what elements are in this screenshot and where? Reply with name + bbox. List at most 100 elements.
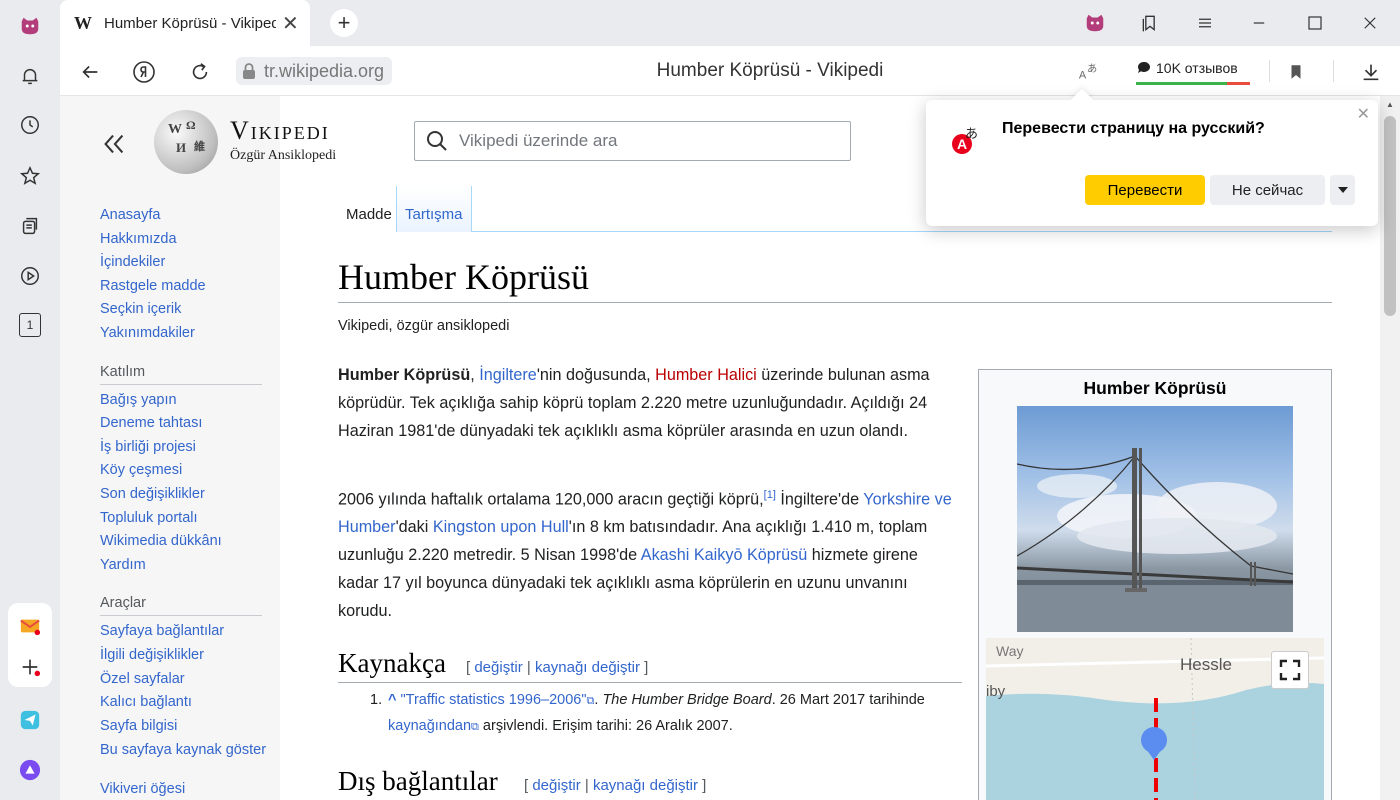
not-now-button[interactable]: Не сейчас	[1210, 175, 1325, 205]
collapse-menu-icon[interactable]	[100, 130, 128, 166]
reference-item: 1. ^ "Traffic statistics 1996–2006"⧉. Th…	[370, 688, 950, 740]
bookmark-flag-icon[interactable]	[1280, 56, 1312, 88]
sidebar-link-permanent-link[interactable]: Kalıcı bağlantı	[100, 691, 270, 715]
tab-talk[interactable]: Tartışma	[396, 186, 472, 232]
sidebar-group-tools: Araçlar	[100, 595, 262, 617]
back-arrow-icon[interactable]	[74, 56, 106, 88]
history-clock-icon[interactable]	[10, 105, 50, 145]
collections-bookmark-icon[interactable]	[1135, 8, 1165, 38]
bridge-photo[interactable]	[1017, 406, 1293, 632]
wikipedia-globe-logo[interactable]: W Ω И 維	[154, 110, 218, 174]
wikipedia-favicon-icon: W	[74, 12, 92, 33]
sidebar-link-icindekiler[interactable]: İçindekiler	[100, 251, 270, 275]
sidebar-link-wikidata[interactable]: Vikiveri öğesi	[100, 778, 270, 800]
popup-close-icon[interactable]: ✕	[1357, 104, 1370, 124]
sidebar-link-what-links-here[interactable]: Sayfaya bağlantılar	[100, 620, 270, 644]
redlink-humber-halici[interactable]: Humber Halici	[655, 366, 757, 384]
text: . 26 Mart 2017 tarihinde	[771, 692, 925, 708]
sidebar-link-donate[interactable]: Bağış yapın	[100, 389, 270, 413]
article-title: Humber Köprüsü	[338, 257, 589, 297]
link-akashi[interactable]: Akashi Kaikyō Köprüsü	[641, 546, 807, 564]
translate-button[interactable]: Перевести	[1085, 175, 1205, 205]
sidebar-group-participation: Katılım	[100, 364, 262, 385]
sidebar-link-special-pages[interactable]: Özel sayfalar	[100, 668, 270, 692]
url-field[interactable]: tr.wikipedia.org	[236, 57, 393, 85]
search-icon	[427, 131, 447, 151]
tab-count-button[interactable]: 1	[10, 305, 50, 345]
mail-icon[interactable]	[10, 606, 50, 646]
sidebar-link-anasayfa[interactable]: Anasayfa	[100, 204, 270, 228]
minimize-icon[interactable]	[1244, 8, 1274, 38]
wiki-search-input[interactable]: Vikipedi üzerinde ara	[414, 121, 851, 161]
translate-options-dropdown[interactable]	[1330, 175, 1355, 205]
profile-avatar-icon[interactable]	[1080, 8, 1110, 38]
reviews-button[interactable]: 10K отзывов	[1136, 56, 1250, 85]
text: 'daki	[395, 518, 433, 537]
svg-text:あ: あ	[1087, 63, 1097, 75]
sidebar-link-sandbox[interactable]: Deneme tahtası	[100, 412, 270, 436]
ref-title-link[interactable]: "Traffic statistics 1996–2006"	[401, 692, 587, 708]
scrollbar-thumb[interactable]	[1384, 116, 1396, 316]
chat-bubble-icon	[1137, 61, 1150, 73]
reload-icon[interactable]	[184, 56, 216, 88]
sidebar-link-shop[interactable]: Wikimedia dükkânı	[100, 530, 270, 554]
messenger-icon[interactable]	[10, 700, 50, 740]
collections-icon[interactable]	[10, 206, 50, 246]
video-play-icon[interactable]	[10, 256, 50, 296]
sidebar-link-nearby[interactable]: Yakınımdakiler	[100, 322, 270, 346]
link-kingston[interactable]: Kingston upon Hull	[433, 518, 569, 536]
separator: |	[522, 659, 535, 676]
wiki-wordmark[interactable]: Vikipedi	[230, 116, 330, 146]
sidebar-link-recent-changes[interactable]: Son değişiklikler	[100, 483, 270, 507]
scroll-up-icon[interactable]: ▲	[1386, 100, 1394, 109]
yandex-home-icon[interactable]	[128, 56, 160, 88]
tab-close-icon[interactable]: ✕	[282, 11, 299, 36]
edit-link[interactable]: değiştir	[532, 777, 580, 794]
notifications-bell-icon[interactable]	[10, 56, 50, 96]
active-tab[interactable]: W Humber Köprüsü - Vikipedi ✕	[60, 0, 310, 46]
translate-icon[interactable]: Aあ	[1078, 60, 1100, 86]
alice-assistant-icon[interactable]	[10, 750, 50, 790]
sidebar-link-village-pump[interactable]: Köy çeşmesi	[100, 459, 270, 483]
rating-bar	[1136, 82, 1250, 85]
tab-title: Humber Köprüsü - Vikipedi	[104, 14, 276, 32]
edit-link[interactable]: değiştir	[474, 659, 522, 676]
new-tab-button[interactable]: +	[330, 9, 358, 37]
title-divider	[338, 302, 1332, 303]
link-ingiltere[interactable]: İngiltere	[479, 366, 537, 384]
sidebar-link-featured[interactable]: Seçkin içerik	[100, 298, 270, 322]
sidebar-link-related-changes[interactable]: İlgili değişiklikler	[100, 644, 270, 668]
text: 2006 yılında haftalık ortalama 120,000 a…	[338, 490, 764, 509]
url-domain: tr.wikipedia.org	[264, 60, 385, 81]
heading-references: Kaynakça	[338, 648, 446, 678]
address-bar: tr.wikipedia.org Humber Köprüsü - Vikipe…	[60, 46, 1400, 96]
sidebar-link-wikiproject[interactable]: İş birliği projesi	[100, 436, 270, 460]
sidebar-link-page-info[interactable]: Sayfa bilgisi	[100, 715, 270, 739]
close-window-icon[interactable]	[1355, 8, 1385, 38]
menu-icon[interactable]	[1190, 8, 1220, 38]
maximize-icon[interactable]	[1300, 8, 1330, 38]
map-label-hessle: Hessle	[1180, 655, 1232, 674]
sidebar-link-hakkimizda[interactable]: Hakkımızda	[100, 228, 270, 252]
downloads-icon[interactable]	[1355, 56, 1387, 88]
second-paragraph: 2006 yılında haftalık ortalama 120,000 a…	[338, 481, 958, 625]
location-map[interactable]: Way Hessle iby	[986, 638, 1324, 800]
sidebar-link-community-portal[interactable]: Topluluk portalı	[100, 507, 270, 531]
archive-link[interactable]: kaynağından	[388, 718, 471, 734]
ref-backlink[interactable]: ^	[388, 692, 396, 708]
tab-count-badge: 1	[19, 313, 41, 337]
yandex-avatar-icon[interactable]	[10, 6, 50, 46]
sidebar-link-cite[interactable]: Bu sayfaya kaynak göster	[100, 738, 270, 778]
edit-source-link[interactable]: kaynağı değiştir	[593, 777, 698, 794]
fullscreen-icon[interactable]	[1271, 651, 1309, 689]
edit-source-link[interactable]: kaynağı değiştir	[535, 659, 640, 676]
sidebar-link-help[interactable]: Yardım	[100, 554, 270, 578]
map-label-iby: iby	[986, 683, 1006, 700]
bracket: ]	[640, 659, 649, 676]
page-scrollbar[interactable]: ▲	[1380, 96, 1400, 800]
citation-link[interactable]: [1]	[764, 489, 776, 501]
sidebar-link-random[interactable]: Rastgele madde	[100, 275, 270, 299]
add-service-icon[interactable]	[10, 647, 50, 687]
bookmarks-star-icon[interactable]	[10, 156, 50, 196]
tab-article[interactable]: Madde	[338, 186, 400, 232]
